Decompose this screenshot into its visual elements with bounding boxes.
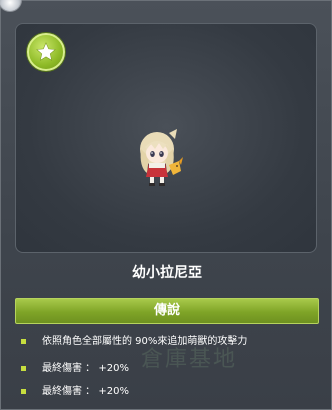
pet-name: 幼小拉尼亞: [132, 265, 202, 281]
bullet-icon: [21, 389, 26, 394]
list-item: 依照角色全部屬性的 90%來追加萌獸的攻擊力: [19, 333, 319, 360]
list-item: 最終傷害 ： +20%: [19, 360, 319, 383]
pet-sprite-image: [140, 129, 183, 186]
rank-bar: 傳說: [15, 298, 319, 324]
bullet-icon: [21, 366, 26, 371]
star-icon-glyph: [36, 42, 56, 61]
option-text: 最終傷害 ： +20%: [42, 386, 129, 397]
option-text: 最終傷害 ： +20%: [42, 363, 129, 374]
pet-option-list: 依照角色全部屬性的 90%來追加萌獸的攻擊力 最終傷害 ： +20% 最終傷害 …: [19, 333, 319, 406]
star-icon: [27, 33, 65, 71]
bullet-icon: [21, 339, 26, 344]
list-item: 最終傷害 ： +20%: [19, 383, 319, 406]
option-text: 依照角色全部屬性的 90%來追加萌獸的攻擊力: [42, 336, 248, 347]
pet-tooltip-window: 倉庫基地 幼小拉尼亞 傳說 依照角色全部屬性的 90%來追加萌獸的攻擊力 最終傷…: [0, 0, 332, 410]
